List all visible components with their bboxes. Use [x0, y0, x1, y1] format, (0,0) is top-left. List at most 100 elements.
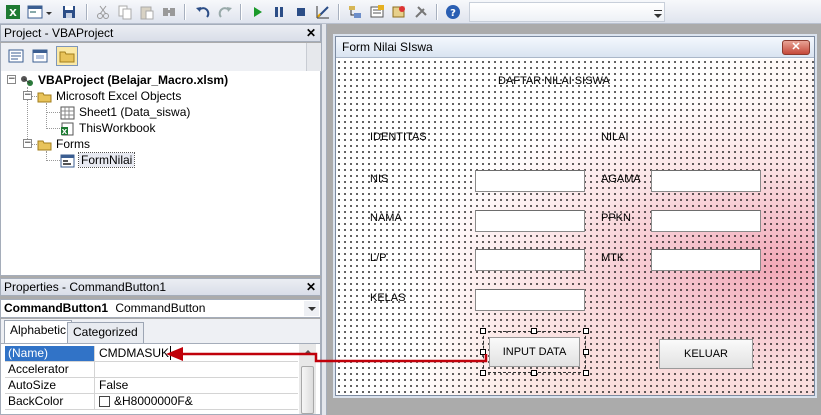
close-icon[interactable]: ✕	[304, 26, 318, 40]
property-value-name[interactable]: CMDMASUK	[96, 346, 298, 361]
resize-handle[interactable]	[480, 349, 486, 355]
kelas-label: KELAS	[370, 292, 406, 304]
userform-client-area[interactable]: DAFTAR NILAI SISWA IDENTITAS NILAI NIS A…	[336, 59, 814, 395]
ppkn-textbox[interactable]	[651, 210, 761, 232]
view-object-icon[interactable]	[29, 46, 51, 66]
resize-handle[interactable]	[583, 370, 589, 376]
property-row[interactable]: AutoSize False	[5, 378, 298, 394]
property-value-text: CMDMASUK	[99, 346, 170, 360]
close-icon[interactable]: ✕	[304, 280, 318, 294]
properties-scrollbar[interactable]	[299, 344, 316, 414]
formnilai-label: FormNilai	[77, 152, 136, 168]
run-icon[interactable]	[248, 3, 266, 21]
break-icon[interactable]	[270, 3, 288, 21]
mtk-textbox[interactable]	[651, 249, 761, 271]
property-name: AutoSize	[5, 378, 95, 393]
expand-forms-icon[interactable]: −	[23, 139, 32, 148]
excel-objects-label: Microsoft Excel Objects	[56, 89, 182, 103]
agama-textbox[interactable]	[651, 170, 761, 192]
properties-pane-title: Properties - CommandButton1 ✕	[0, 278, 321, 296]
object-browser-icon[interactable]	[390, 3, 408, 21]
insert-userform-icon[interactable]	[26, 3, 44, 21]
property-value[interactable]: &H8000000F&	[96, 394, 298, 409]
toolbox-icon[interactable]	[412, 3, 430, 21]
tree-node-sheet1[interactable]: Sheet1 (Data_siswa)	[60, 104, 190, 120]
project-explorer-icon[interactable]	[346, 3, 364, 21]
keluar-button[interactable]: KELUAR	[659, 339, 753, 369]
reset-icon[interactable]	[292, 3, 310, 21]
copy-icon[interactable]	[116, 3, 134, 21]
scroll-thumb[interactable]	[301, 366, 314, 414]
save-icon[interactable]	[60, 3, 78, 21]
forms-label: Forms	[56, 137, 90, 151]
nis-label: NIS	[370, 173, 389, 185]
nama-label: NAMA	[370, 212, 402, 224]
resize-handle[interactable]	[531, 328, 537, 334]
close-icon[interactable]: ✕	[782, 40, 810, 55]
nama-textbox[interactable]	[475, 210, 585, 232]
folder-open-icon	[37, 92, 52, 103]
property-name: (Name)	[5, 346, 95, 361]
project-pane-toolbar	[0, 43, 321, 71]
svg-text:X: X	[9, 8, 17, 19]
nilai-label: NILAI	[601, 131, 629, 143]
sheet1-label: Sheet1 (Data_siswa)	[79, 105, 191, 119]
tree-node-excel-objects[interactable]: Microsoft Excel Objects	[37, 88, 181, 104]
project-pane-title: Project - VBAProject ✕	[0, 24, 321, 42]
userform-window[interactable]: Form Nilai SIswa ✕ DAFTAR NILAI SISWA ID…	[335, 36, 815, 396]
svg-text:X: X	[62, 128, 68, 136]
property-name: Accelerator	[5, 362, 95, 377]
form-heading-label: DAFTAR NILAI SISWA	[498, 75, 610, 87]
userform-title: Form Nilai SIswa	[342, 40, 433, 54]
chevron-down-icon[interactable]	[304, 301, 319, 316]
view-excel-icon[interactable]: X	[4, 3, 22, 21]
resize-handle[interactable]	[583, 328, 589, 334]
folder-open-icon	[37, 140, 52, 151]
project-pane-title-text: Project - VBAProject	[4, 26, 114, 40]
object-selector[interactable]: CommandButton1 CommandButton	[0, 299, 321, 318]
toggle-folders-icon[interactable]	[56, 46, 78, 66]
design-mode-icon[interactable]	[314, 3, 332, 21]
worksheet-icon	[60, 106, 75, 120]
insert-dropdown-icon[interactable]	[44, 3, 54, 21]
properties-window-icon[interactable]	[368, 3, 386, 21]
tree-node-vbaproject[interactable]: VBAProject (Belajar_Macro.xlsm)	[19, 72, 228, 88]
properties-grid: (Name) CMDMASUK Accelerator AutoSize Fal…	[0, 343, 321, 415]
cut-icon[interactable]	[94, 3, 112, 21]
kelas-textbox[interactable]	[475, 289, 585, 311]
resize-handle[interactable]	[531, 370, 537, 376]
resize-handle[interactable]	[480, 370, 486, 376]
help-icon[interactable]: ?	[444, 3, 462, 21]
tab-alphabetic[interactable]: Alphabetic	[4, 320, 73, 343]
userform-titlebar: Form Nilai SIswa ✕	[336, 37, 814, 58]
expand-excel-objects-icon[interactable]: −	[23, 91, 32, 100]
property-value[interactable]	[96, 362, 298, 377]
undo-icon[interactable]	[194, 3, 212, 21]
input-data-button[interactable]: INPUT DATA	[489, 337, 580, 367]
redo-icon[interactable]	[216, 3, 234, 21]
cursor-position-field[interactable]	[469, 2, 665, 22]
project-toolbar-scroll[interactable]	[306, 43, 321, 71]
tree-node-thisworkbook[interactable]: X ThisWorkbook	[60, 120, 155, 136]
identitas-label: IDENTITAS	[370, 131, 427, 143]
property-row[interactable]: BackColor &H8000000F&	[5, 394, 298, 410]
find-icon[interactable]	[160, 3, 178, 21]
workbook-icon: X	[61, 122, 74, 136]
tree-node-forms[interactable]: Forms	[37, 136, 90, 152]
tab-categorized[interactable]: Categorized	[67, 322, 144, 343]
expand-root-icon[interactable]: −	[7, 75, 16, 84]
standard-toolbar: X ?	[0, 0, 821, 24]
property-row[interactable]: Accelerator	[5, 362, 298, 378]
property-value[interactable]: False	[96, 378, 298, 393]
toolbar-options-icon[interactable]	[654, 14, 662, 18]
nis-textbox[interactable]	[475, 170, 585, 192]
resize-handle[interactable]	[583, 349, 589, 355]
property-row[interactable]: (Name) CMDMASUK	[5, 346, 298, 362]
paste-icon[interactable]	[138, 3, 156, 21]
ppkn-label: PPKN	[601, 212, 631, 224]
tree-node-formnilai[interactable]: FormNilai	[60, 152, 136, 168]
resize-handle[interactable]	[480, 328, 486, 334]
lp-textbox[interactable]	[475, 249, 585, 271]
view-code-icon[interactable]	[5, 46, 27, 66]
lp-label: L/P	[370, 252, 387, 264]
